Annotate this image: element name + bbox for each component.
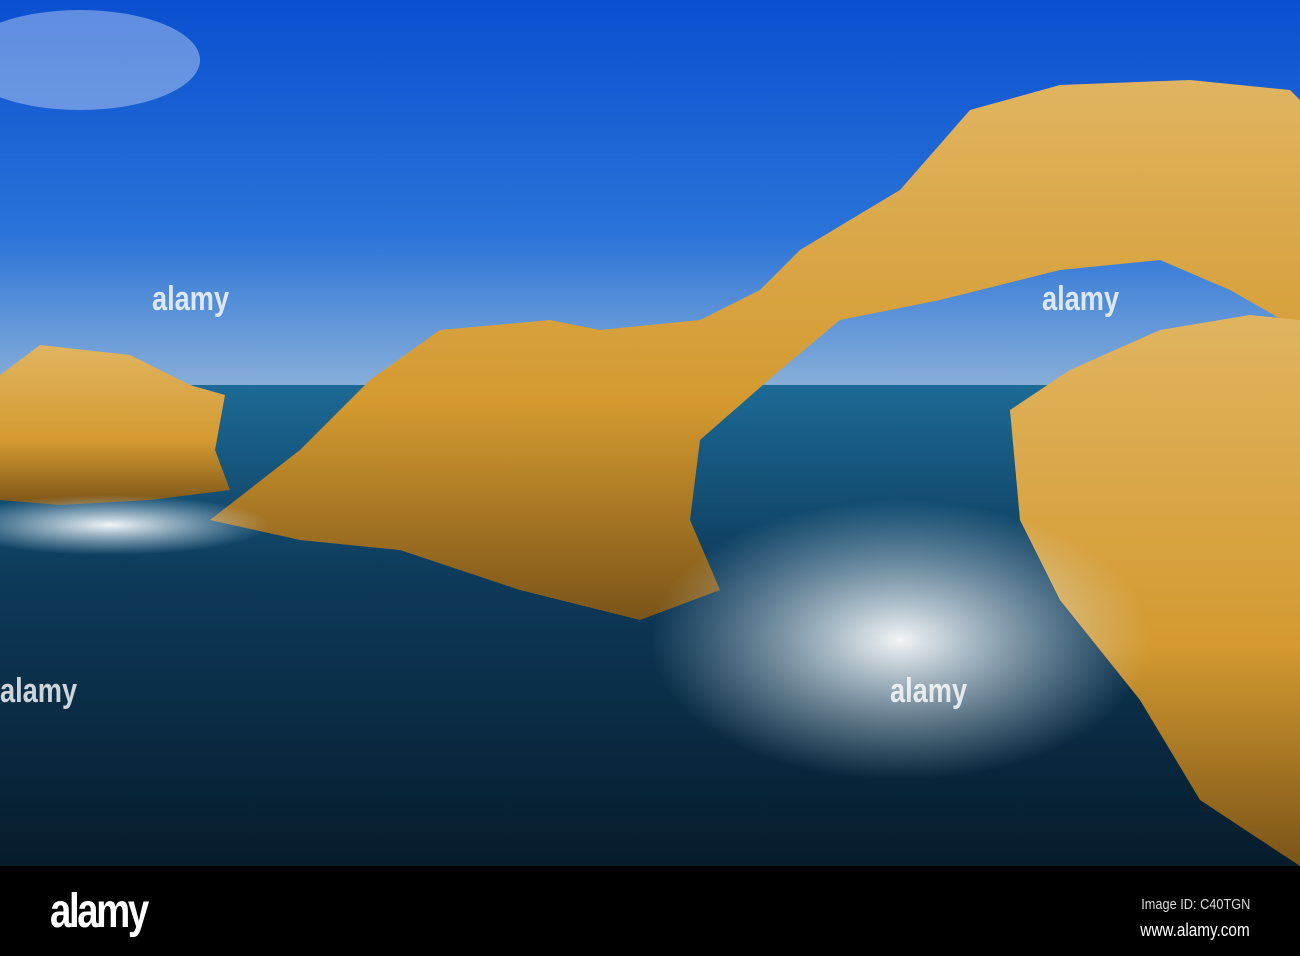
stock-photo: alamy alamy alamy alamy alamy Image ID: … <box>0 0 1300 956</box>
coastal-rock-arch-photo <box>0 0 1300 866</box>
footer-bar: alamy Image ID: C40TGN www.alamy.com <box>0 866 1300 956</box>
site-url: www.alamy.com <box>1140 920 1250 940</box>
watermark: alamy <box>0 672 78 710</box>
watermark: alamy <box>1042 280 1120 318</box>
wave-spray <box>650 500 1150 780</box>
watermark: alamy <box>890 672 968 710</box>
watermark: alamy <box>152 280 230 318</box>
image-id: Image ID: C40TGN <box>1140 896 1250 913</box>
alamy-logo: alamy <box>50 885 149 938</box>
